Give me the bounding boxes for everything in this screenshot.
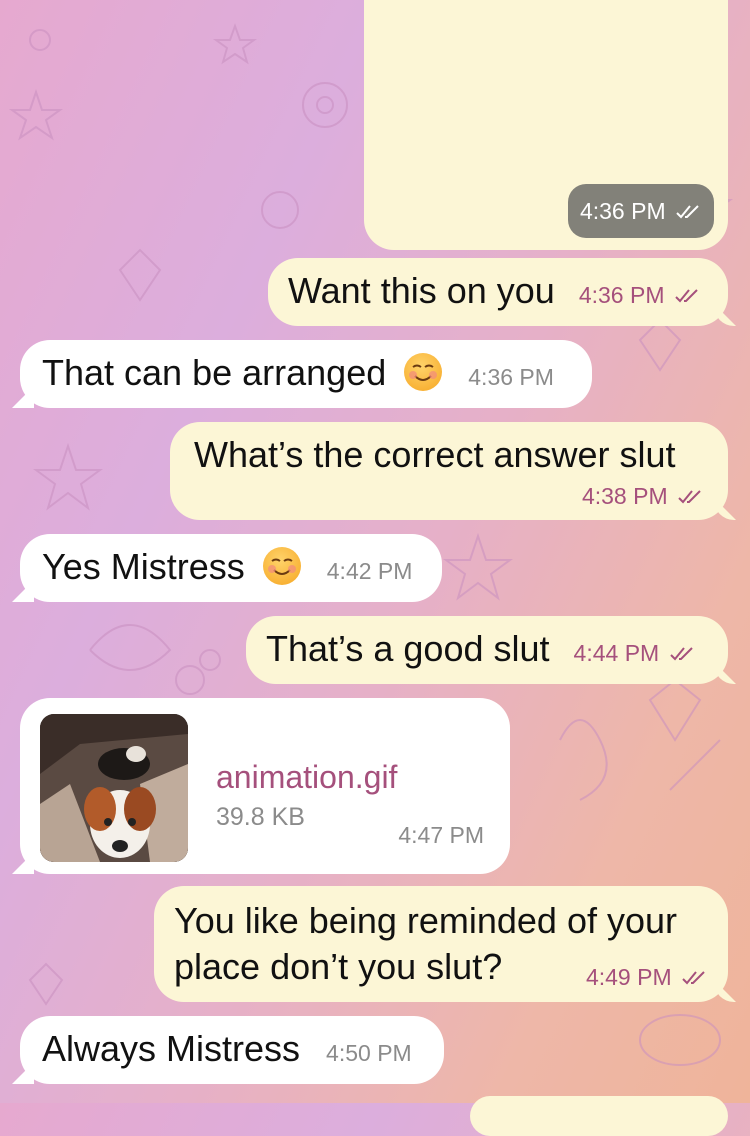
smiling-face-icon bbox=[404, 353, 443, 391]
message-time: 4:38 PM bbox=[581, 483, 668, 509]
incoming-message[interactable]: Yes Mistress 4:42 PM bbox=[20, 534, 442, 602]
message-text: That’s a good slut bbox=[266, 628, 550, 669]
smiling-face-icon bbox=[262, 547, 301, 585]
double-check-icon bbox=[669, 647, 693, 661]
outgoing-message[interactable]: You like being reminded of your place do… bbox=[154, 886, 728, 1002]
outgoing-message[interactable]: What’s the correct answer slut 4:38 PM bbox=[170, 422, 728, 520]
file-size: 39.8 KB bbox=[216, 803, 305, 831]
message-time: 4:50 PM bbox=[326, 1040, 412, 1066]
gif-thumbnail[interactable] bbox=[40, 714, 188, 862]
outgoing-message[interactable]: That’s a good slut 4:44 PM bbox=[246, 616, 728, 684]
message-text: Want this on you bbox=[288, 270, 555, 311]
double-check-icon bbox=[682, 971, 705, 985]
message-text: Always Mistress bbox=[42, 1028, 301, 1069]
outgoing-message[interactable]: Want this on you 4:36 PM bbox=[268, 258, 728, 326]
double-check-icon bbox=[675, 289, 698, 303]
message-text: You like being reminded of your bbox=[174, 900, 677, 941]
message-time-wrap: 4:38 PM bbox=[582, 482, 704, 510]
media-time-pill: 4:36 PM bbox=[567, 184, 714, 238]
message-time: 4:44 PM bbox=[573, 640, 660, 666]
incoming-message[interactable]: That can be arranged 4:36 PM bbox=[20, 340, 592, 408]
message-text: What’s the correct answer slut bbox=[194, 434, 676, 475]
message-time-wrap: 4:36 PM bbox=[579, 272, 701, 318]
message-text: Yes Mistress bbox=[42, 546, 245, 587]
message-time: 4:47 PM bbox=[398, 822, 484, 848]
incoming-file-message[interactable]: animation.gif 39.8 KB 4:47 PM bbox=[20, 698, 510, 874]
double-check-icon bbox=[676, 205, 699, 219]
message-time: 4:49 PM bbox=[585, 964, 672, 990]
message-time: 4:42 PM bbox=[326, 558, 413, 584]
message-time: 4:36 PM bbox=[468, 364, 554, 390]
message-text: That can be arranged bbox=[42, 352, 387, 393]
message-time-wrap: 4:49 PM bbox=[586, 954, 708, 1000]
message-text: place don’t you slut? bbox=[174, 946, 503, 987]
message-time: 4:36 PM bbox=[578, 282, 665, 308]
double-check-icon bbox=[678, 490, 701, 504]
message-time: 4:36 PM bbox=[579, 198, 666, 224]
incoming-message[interactable]: Always Mistress 4:50 PM bbox=[20, 1016, 444, 1084]
message-time-wrap: 4:44 PM bbox=[574, 630, 696, 676]
media-message-bubble[interactable]: 4:36 PM bbox=[364, 0, 728, 250]
outgoing-message-partial[interactable] bbox=[470, 1096, 728, 1136]
